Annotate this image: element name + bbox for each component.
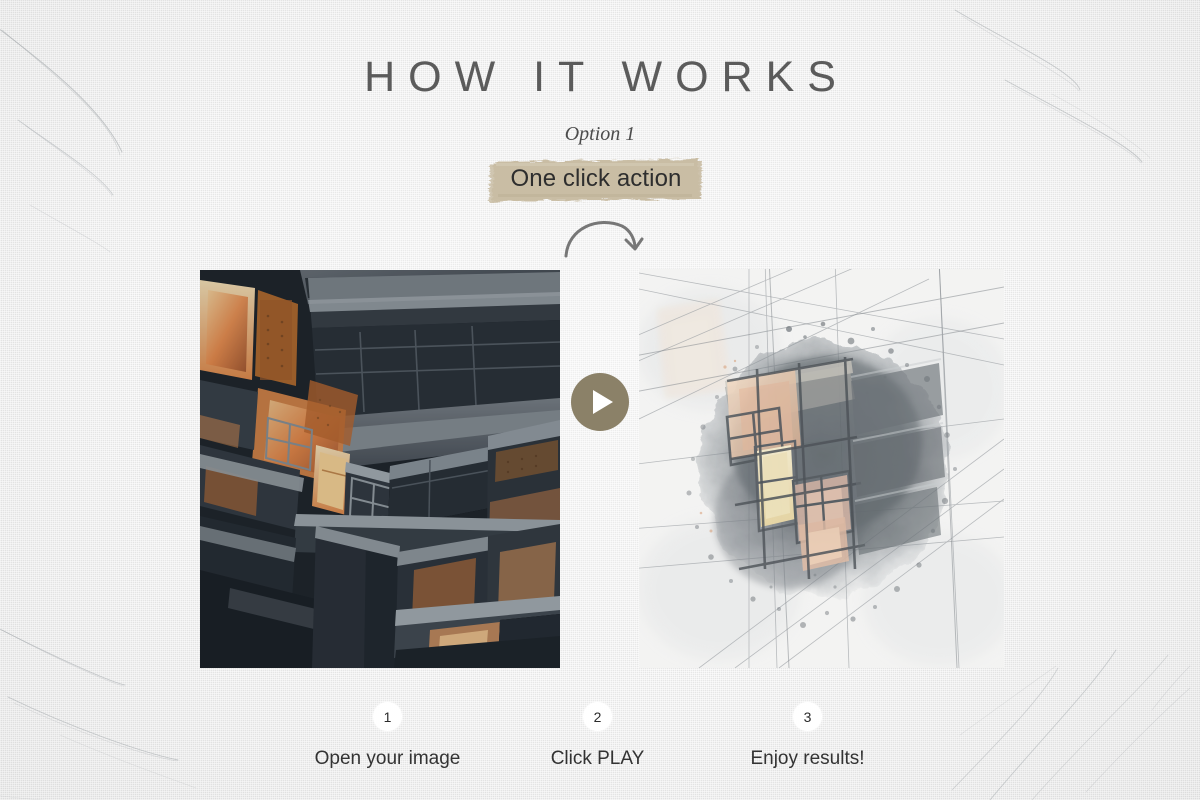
- step-badge: 2: [583, 702, 612, 731]
- after-image[interactable]: [639, 269, 1004, 668]
- step-badge: 3: [793, 702, 822, 731]
- how-it-works-slide: HOW IT WORKS Option 1 One click action 1…: [0, 0, 1200, 800]
- step-badge: 1: [373, 702, 402, 731]
- step-item-1: 1 Open your image: [285, 702, 490, 770]
- step-label: Click PLAY: [550, 748, 645, 769]
- before-image[interactable]: [200, 270, 560, 668]
- step-item-3: 3 Enjoy results!: [705, 702, 910, 770]
- step-label: Enjoy results!: [750, 748, 865, 769]
- step-item-2: 2 Click PLAY: [495, 702, 700, 770]
- play-button[interactable]: [571, 373, 629, 431]
- curved-arrow-icon: [564, 221, 644, 258]
- steps-list: 1 Open your image 2 Click PLAY 3 Enjoy r…: [285, 702, 910, 770]
- option-subtitle: Option 1: [564, 123, 636, 145]
- highlight-label: One click action: [486, 152, 706, 208]
- page-title: HOW IT WORKS: [364, 53, 849, 101]
- highlight-label-text: One click action: [510, 165, 682, 192]
- step-label: Open your image: [314, 748, 461, 769]
- play-icon: [592, 390, 613, 414]
